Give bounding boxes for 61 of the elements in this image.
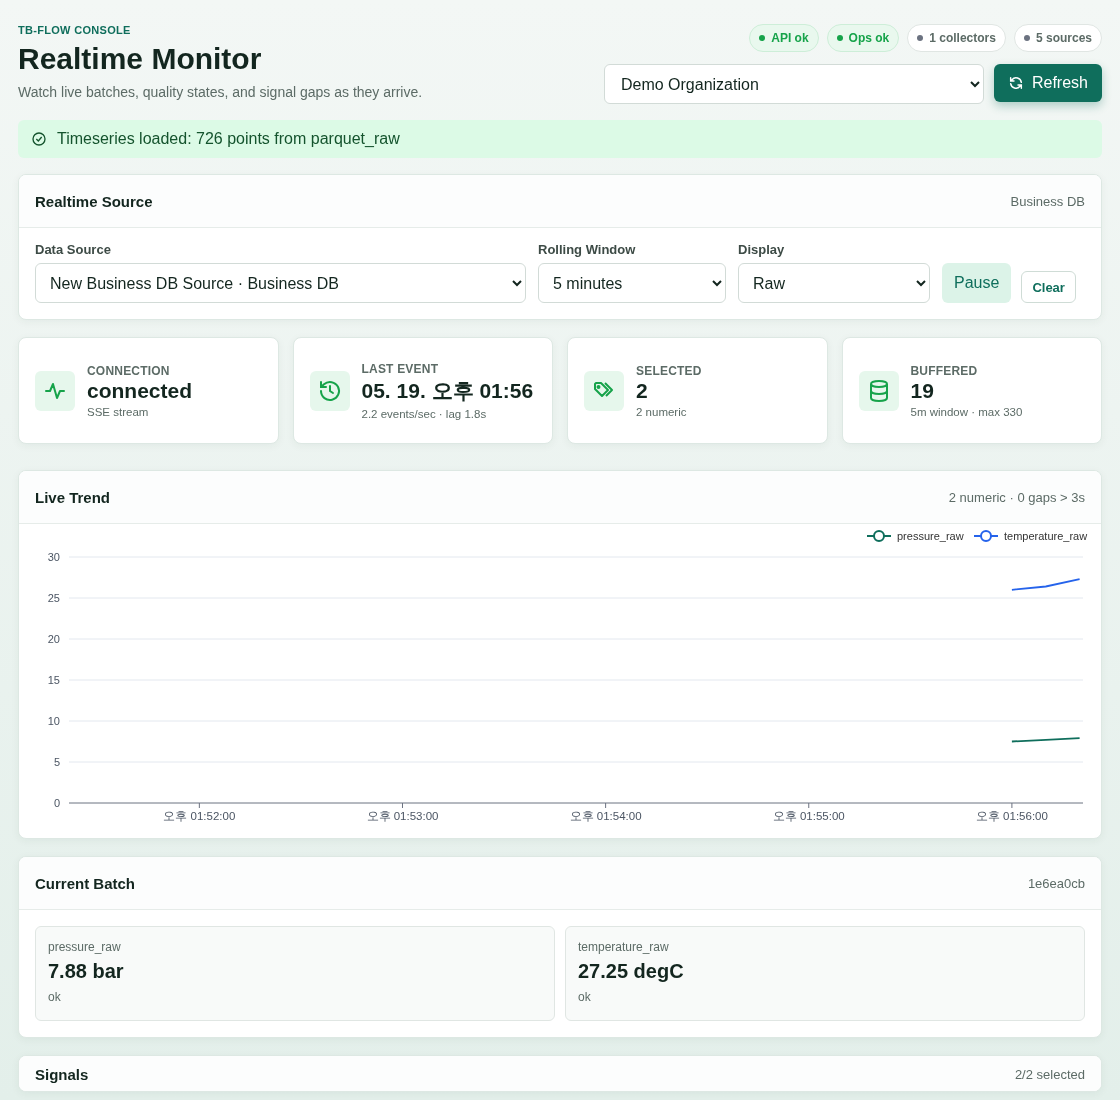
signal-name: temperature_raw (578, 940, 670, 954)
stat-label: LAST EVENT (361, 361, 440, 376)
select-field[interactable]: Raw (738, 263, 930, 303)
y-tick-label: 20 (47, 633, 60, 645)
clear-button[interactable]: Clear (1021, 271, 1076, 303)
organization-select[interactable]: Demo Organization (603, 64, 984, 104)
field-label: Display (738, 242, 786, 257)
field-label: Rolling Window (538, 242, 637, 257)
card-title: Live Trend (35, 488, 111, 506)
stat-value: 19 (910, 378, 935, 403)
card-meta: 1e6ea0cb (1027, 875, 1085, 891)
quality-label: ok (578, 990, 592, 1004)
stat-detail: 5m window · max 330 (910, 405, 1023, 418)
stat-value: connected (87, 378, 193, 403)
card-title: Current Batch (35, 874, 135, 892)
card-title: Signals (35, 1066, 89, 1083)
check-circle-icon (31, 131, 47, 147)
stat-value: 2 (636, 378, 649, 403)
status-pill: 5 sources (1013, 24, 1102, 52)
status-pill: Ops ok (826, 24, 900, 52)
y-tick-label: 10 (47, 715, 60, 727)
card-meta: 2/2 selected (1014, 1067, 1085, 1082)
legend-label: pressure_raw (897, 530, 964, 542)
y-tick-label: 0 (53, 797, 60, 809)
refresh-icon (1007, 75, 1024, 91)
x-tick-label: 오후 01:53:00 (366, 810, 439, 822)
signal-value: 7.88 bar (48, 960, 125, 983)
x-tick-label: 오후 01:56:00 (975, 810, 1048, 822)
page-subtitle: Watch live batches, quality states, and signal gaps as they arrive. (18, 84, 423, 100)
stat-detail: 2 numeric (636, 405, 688, 418)
card-meta: Business DB (1010, 193, 1085, 209)
pause-button[interactable]: Pause (942, 263, 1012, 303)
x-tick-label: 오후 01:52:00 (163, 810, 236, 822)
x-tick-label: 오후 01:54:00 (569, 810, 642, 822)
stat-label: BUFFERED (910, 363, 979, 378)
stat-value: 05. 19. 오후 01:56 (361, 377, 534, 404)
stat-label: CONNECTION (87, 363, 171, 378)
status-pill: 1 collectors (907, 24, 1006, 52)
select-field[interactable]: New Business DB Source · Business DB (35, 263, 526, 303)
field-label: Data Source (35, 242, 112, 257)
signal-name: pressure_raw (48, 940, 122, 954)
stat-detail: SSE stream (87, 405, 150, 418)
app-eyebrow: TB-FLOW CONSOLE (18, 24, 132, 36)
quality-label: ok (48, 990, 62, 1004)
status-pill: API ok (749, 24, 819, 52)
notice-text: Timeseries loaded: 726 points from parquet_raw (57, 130, 400, 148)
page-title: Realtime Monitor (18, 42, 263, 76)
stat-detail: 2.2 events/sec · lag 1.8s (361, 407, 488, 420)
card-title: Realtime Source (35, 192, 153, 210)
signal-value: 27.25 degC (578, 960, 685, 983)
y-tick-label: 5 (53, 756, 60, 768)
y-tick-label: 25 (47, 592, 60, 604)
legend-label: temperature_raw (1004, 530, 1088, 542)
history-icon (317, 378, 342, 403)
stat-label: SELECTED (636, 363, 702, 378)
y-tick-label: 30 (47, 551, 60, 563)
x-tick-label: 오후 01:55:00 (772, 810, 845, 822)
select-field[interactable]: 5 minutes (538, 263, 726, 303)
card-meta: 2 numeric · 0 gaps > 3s (948, 489, 1085, 505)
refresh-button[interactable]: Refresh (993, 64, 1102, 102)
y-tick-label: 15 (47, 674, 60, 686)
